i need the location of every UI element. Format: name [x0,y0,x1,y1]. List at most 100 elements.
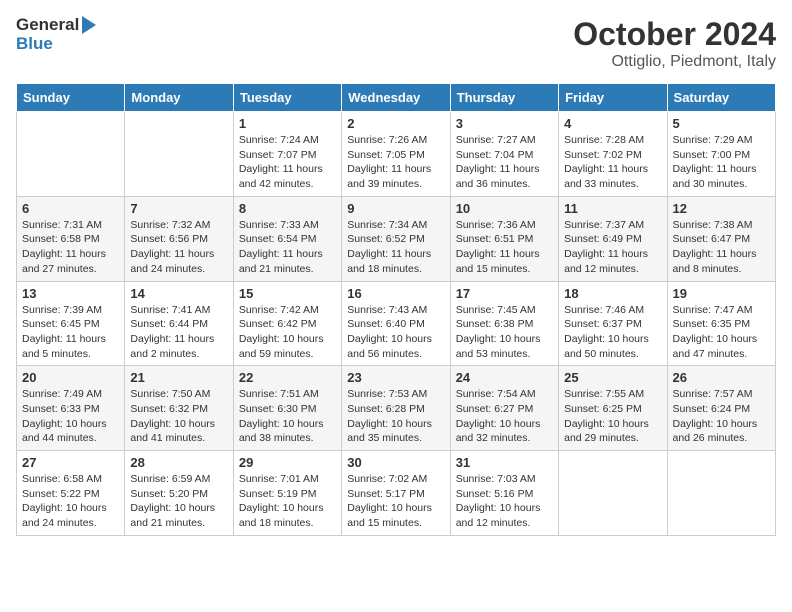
calendar-day-header: Wednesday [342,84,450,112]
calendar-day-cell: 10Sunrise: 7:36 AM Sunset: 6:51 PM Dayli… [450,196,558,281]
day-number: 3 [456,116,553,131]
day-info: Sunrise: 7:54 AM Sunset: 6:27 PM Dayligh… [456,387,553,446]
calendar-week-row: 6 Sunrise: 7:31 AM Sunset: 6:58 PM Daylig… [17,196,776,281]
day-info: Sunrise: 7:50 AM Sunset: 6:32 PM Dayligh… [130,387,227,446]
calendar-day-cell: 2 Sunrise: 7:26 AM Sunset: 7:05 PM Daylig… [342,112,450,197]
calendar-day-cell: 12 Sunrise: 7:38 AM Sunset: 6:47 PM Dayli… [667,196,775,281]
calendar-subtitle: Ottiglio, Piedmont, Italy [573,53,776,71]
calendar-day-cell: 28 Sunrise: 6:59 AM Sunset: 5:20 PM Dayli… [125,451,233,536]
day-number: 4 [564,116,661,131]
calendar-day-header: Monday [125,84,233,112]
calendar-day-cell [559,451,667,536]
day-info: Sunrise: 7:57 AM Sunset: 6:24 PM Dayligh… [673,387,770,446]
calendar-title: October 2024 [573,16,776,53]
day-info: Sunrise: 7:43 AM Sunset: 6:40 PM Dayligh… [347,303,444,362]
calendar-day-cell [125,112,233,197]
day-info: Sunrise: 6:59 AM Sunset: 5:20 PM Dayligh… [130,472,227,531]
day-info: Sunrise: 7:27 AM Sunset: 7:04 PM Dayligh… [456,133,553,192]
day-number: 13 [22,286,119,301]
day-number: 6 [22,201,119,216]
calendar-day-cell: 11 Sunrise: 7:37 AM Sunset: 6:49 PM Dayli… [559,196,667,281]
calendar-day-cell: 1Sunrise: 7:24 AM Sunset: 7:07 PM Daylig… [233,112,341,197]
calendar-day-cell: 30Sunrise: 7:02 AM Sunset: 5:17 PM Dayli… [342,451,450,536]
calendar-day-cell: 19 Sunrise: 7:47 AM Sunset: 6:35 PM Dayli… [667,281,775,366]
logo-arrow-icon [82,16,96,34]
day-info: Sunrise: 7:46 AM Sunset: 6:37 PM Dayligh… [564,303,661,362]
day-info: Sunrise: 7:53 AM Sunset: 6:28 PM Dayligh… [347,387,444,446]
day-info: Sunrise: 7:49 AM Sunset: 6:33 PM Dayligh… [22,387,119,446]
day-number: 29 [239,455,336,470]
day-number: 17 [456,286,553,301]
calendar-day-header: Sunday [17,84,125,112]
day-number: 28 [130,455,227,470]
calendar-day-cell: 21 Sunrise: 7:50 AM Sunset: 6:32 PM Dayli… [125,366,233,451]
day-info: Sunrise: 7:34 AM Sunset: 6:52 PM Dayligh… [347,218,444,277]
calendar-day-header: Friday [559,84,667,112]
calendar-day-cell [667,451,775,536]
day-number: 31 [456,455,553,470]
calendar-week-row: 1Sunrise: 7:24 AM Sunset: 7:07 PM Daylig… [17,112,776,197]
calendar-day-cell: 29 Sunrise: 7:01 AM Sunset: 5:19 PM Dayli… [233,451,341,536]
calendar-day-cell: 27 Sunrise: 6:58 AM Sunset: 5:22 PM Dayli… [17,451,125,536]
day-number: 11 [564,201,661,216]
calendar-header-row: SundayMondayTuesdayWednesdayThursdayFrid… [17,84,776,112]
day-number: 26 [673,370,770,385]
title-block: October 2024 Ottiglio, Piedmont, Italy [573,16,776,71]
day-number: 20 [22,370,119,385]
day-info: Sunrise: 7:02 AM Sunset: 5:17 PM Dayligh… [347,472,444,531]
day-number: 15 [239,286,336,301]
calendar-week-row: 20 Sunrise: 7:49 AM Sunset: 6:33 PM Dayli… [17,366,776,451]
day-number: 1 [239,116,336,131]
calendar-day-cell: 18 Sunrise: 7:46 AM Sunset: 6:37 PM Dayli… [559,281,667,366]
calendar-day-cell: 13Sunrise: 7:39 AM Sunset: 6:45 PM Dayli… [17,281,125,366]
calendar-day-header: Saturday [667,84,775,112]
day-info: Sunrise: 7:01 AM Sunset: 5:19 PM Dayligh… [239,472,336,531]
calendar-week-row: 27 Sunrise: 6:58 AM Sunset: 5:22 PM Dayli… [17,451,776,536]
day-number: 24 [456,370,553,385]
day-info: Sunrise: 7:29 AM Sunset: 7:00 PM Dayligh… [673,133,770,192]
day-number: 14 [130,286,227,301]
logo-blue: Blue [16,34,53,53]
logo: General Blue [16,16,96,53]
day-info: Sunrise: 7:47 AM Sunset: 6:35 PM Dayligh… [673,303,770,362]
day-info: Sunrise: 7:32 AM Sunset: 6:56 PM Dayligh… [130,218,227,277]
day-number: 8 [239,201,336,216]
day-number: 27 [22,455,119,470]
day-number: 12 [673,201,770,216]
calendar-week-row: 13Sunrise: 7:39 AM Sunset: 6:45 PM Dayli… [17,281,776,366]
day-info: Sunrise: 7:28 AM Sunset: 7:02 PM Dayligh… [564,133,661,192]
calendar-day-cell: 4 Sunrise: 7:28 AM Sunset: 7:02 PM Daylig… [559,112,667,197]
day-number: 18 [564,286,661,301]
calendar-day-cell: 3 Sunrise: 7:27 AM Sunset: 7:04 PM Daylig… [450,112,558,197]
day-info: Sunrise: 7:37 AM Sunset: 6:49 PM Dayligh… [564,218,661,277]
day-info: Sunrise: 7:33 AM Sunset: 6:54 PM Dayligh… [239,218,336,277]
calendar-table: SundayMondayTuesdayWednesdayThursdayFrid… [16,83,776,536]
day-number: 7 [130,201,227,216]
day-number: 21 [130,370,227,385]
calendar-day-cell: 14 Sunrise: 7:41 AM Sunset: 6:44 PM Dayli… [125,281,233,366]
day-number: 16 [347,286,444,301]
calendar-day-cell: 16 Sunrise: 7:43 AM Sunset: 6:40 PM Dayli… [342,281,450,366]
calendar-day-header: Thursday [450,84,558,112]
calendar-day-cell: 7 Sunrise: 7:32 AM Sunset: 6:56 PM Daylig… [125,196,233,281]
day-number: 22 [239,370,336,385]
day-info: Sunrise: 7:41 AM Sunset: 6:44 PM Dayligh… [130,303,227,362]
day-number: 2 [347,116,444,131]
day-info: Sunrise: 7:31 AM Sunset: 6:58 PM Dayligh… [22,218,119,277]
page-header: General Blue October 2024 Ottiglio, Pied… [16,16,776,71]
calendar-day-cell: 15 Sunrise: 7:42 AM Sunset: 6:42 PM Dayli… [233,281,341,366]
day-info: Sunrise: 7:42 AM Sunset: 6:42 PM Dayligh… [239,303,336,362]
calendar-day-cell: 5 Sunrise: 7:29 AM Sunset: 7:00 PM Daylig… [667,112,775,197]
day-number: 19 [673,286,770,301]
day-info: Sunrise: 7:38 AM Sunset: 6:47 PM Dayligh… [673,218,770,277]
calendar-day-cell: 22Sunrise: 7:51 AM Sunset: 6:30 PM Dayli… [233,366,341,451]
calendar-day-cell: 9Sunrise: 7:34 AM Sunset: 6:52 PM Daylig… [342,196,450,281]
logo-general: General [16,16,79,35]
day-info: Sunrise: 6:58 AM Sunset: 5:22 PM Dayligh… [22,472,119,531]
day-info: Sunrise: 7:26 AM Sunset: 7:05 PM Dayligh… [347,133,444,192]
calendar-day-cell: 24 Sunrise: 7:54 AM Sunset: 6:27 PM Dayli… [450,366,558,451]
day-info: Sunrise: 7:03 AM Sunset: 5:16 PM Dayligh… [456,472,553,531]
calendar-day-cell: 26 Sunrise: 7:57 AM Sunset: 6:24 PM Dayli… [667,366,775,451]
calendar-day-header: Tuesday [233,84,341,112]
day-number: 5 [673,116,770,131]
